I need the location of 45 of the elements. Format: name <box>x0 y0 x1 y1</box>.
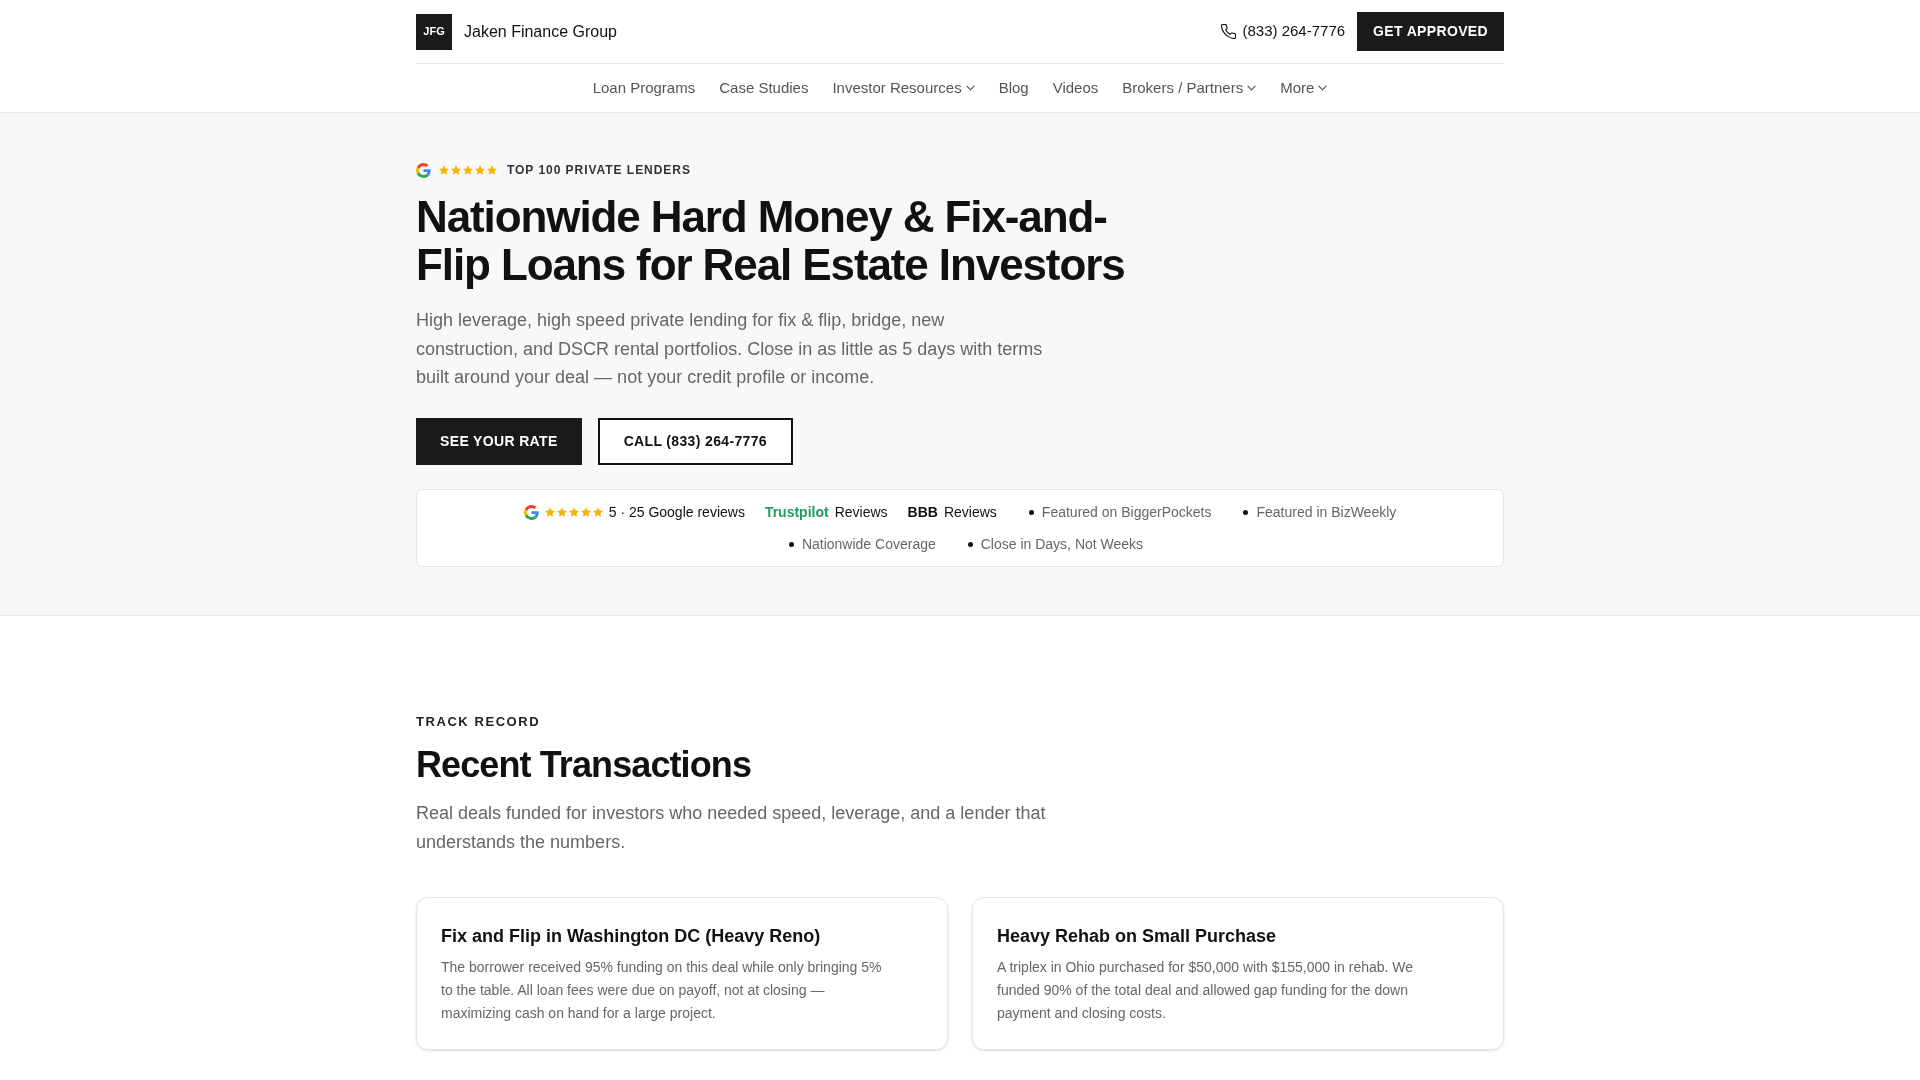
nav-link[interactable]: More <box>1280 76 1328 100</box>
review-text: 5 · 25 Google reviews <box>608 502 745 522</box>
feature-text: Nationwide Coverage <box>801 534 936 554</box>
nav-link[interactable]: Blog <box>998 76 1029 100</box>
logo-mark: JFG <box>416 13 452 50</box>
star-icon <box>439 165 449 175</box>
star-icon <box>556 507 567 518</box>
star-icon <box>475 165 485 175</box>
nav-link[interactable]: Videos <box>1052 76 1099 100</box>
review-text: Reviews <box>943 502 997 522</box>
hero-text: High leverage, high speed private lending for fix & flip, bridge, new construction, and DSCR rental portfolios. Close in as little as 5 days with terms built around your deal — not your credit profile or income. <box>416 308 1044 390</box>
feature-text: Close in Days, Not Weeks <box>980 534 1144 554</box>
review-text: Reviews <box>834 502 888 522</box>
call-button[interactable]: CALL (833) 264-7776 <box>597 418 793 466</box>
nav-link[interactable]: Investor Resources <box>832 76 975 100</box>
brand-label: Trustpilot <box>764 502 829 522</box>
nav-link[interactable]: Case Studies <box>719 76 809 100</box>
section-title: Recent Transactions <box>416 743 753 788</box>
hero-title: Nationwide Hard Money & Fix-and-Flip Loans for Real Estate Investors <box>416 193 1126 290</box>
feature-text: Featured on BiggerPockets <box>1041 502 1212 522</box>
star-icon <box>568 507 579 518</box>
see-rate-button[interactable]: SEE YOUR RATE <box>416 418 582 466</box>
section-text: Real deals funded for investors who needed speed, leverage, and a lender that understands the numbers. <box>416 802 1047 854</box>
brand-name: Jaken Finance Group <box>464 21 617 42</box>
get-approved-button[interactable]: GET APPROVED <box>1357 12 1504 51</box>
star-icon <box>592 507 603 518</box>
star-icon <box>544 507 555 518</box>
phone-link[interactable]: (833) 264-7776 <box>1220 20 1346 43</box>
card-text: A triplex in Ohio purchased for $50,000 with $155,000 in rehab. We funded 90% of the total deal and allowed gap funding for the down payment and closing costs. <box>997 957 1415 1023</box>
phone-icon <box>1220 24 1236 39</box>
star-icon <box>580 507 591 518</box>
card-text: The borrower received 95% funding on this deal while only bringing 5% to the table. All loan fees were due on payoff, not at closing — maximizing cash on hand for a large project. <box>441 957 883 1023</box>
section-eyebrow: TRACK RECORD <box>416 713 542 732</box>
brand-label: BBB <box>907 502 938 522</box>
star-icon <box>487 165 497 175</box>
g-logo-icon <box>523 504 539 520</box>
card-title: Fix and Flip in Washington DC (Heavy Reno) <box>441 924 822 948</box>
badge-label: TOP 100 PRIVATE LENDERS <box>507 162 691 179</box>
star-icon <box>463 165 473 175</box>
feature-text: Featured in BizWeekly <box>1256 502 1397 522</box>
g-logo-icon <box>416 162 431 178</box>
star-icon <box>451 165 461 175</box>
card-title: Heavy Rehab on Small Purchase <box>997 924 1278 948</box>
nav-link[interactable]: Brokers / Partners <box>1122 76 1257 100</box>
nav-link[interactable]: Loan Programs <box>592 76 696 100</box>
